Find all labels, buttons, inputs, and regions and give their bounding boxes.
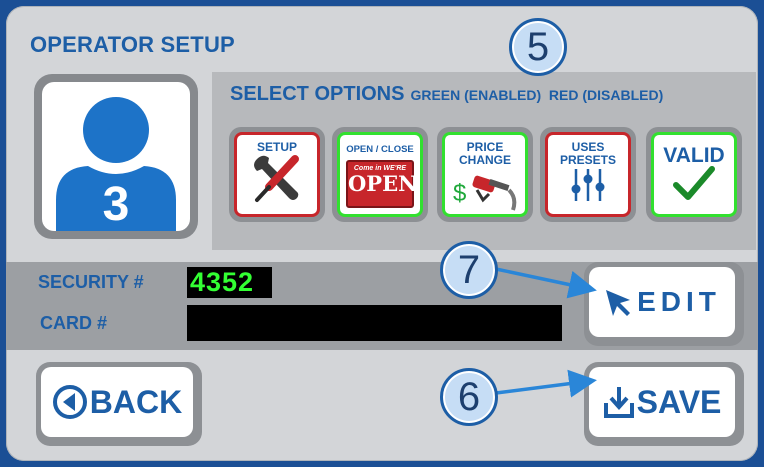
callout-7-arrow <box>495 267 597 299</box>
callout-6: 6 <box>440 368 498 426</box>
callout-7: 7 <box>440 241 498 299</box>
callout-arrows <box>495 267 597 398</box>
callout-6-arrow <box>495 369 597 398</box>
callout-5: 5 <box>509 18 567 76</box>
